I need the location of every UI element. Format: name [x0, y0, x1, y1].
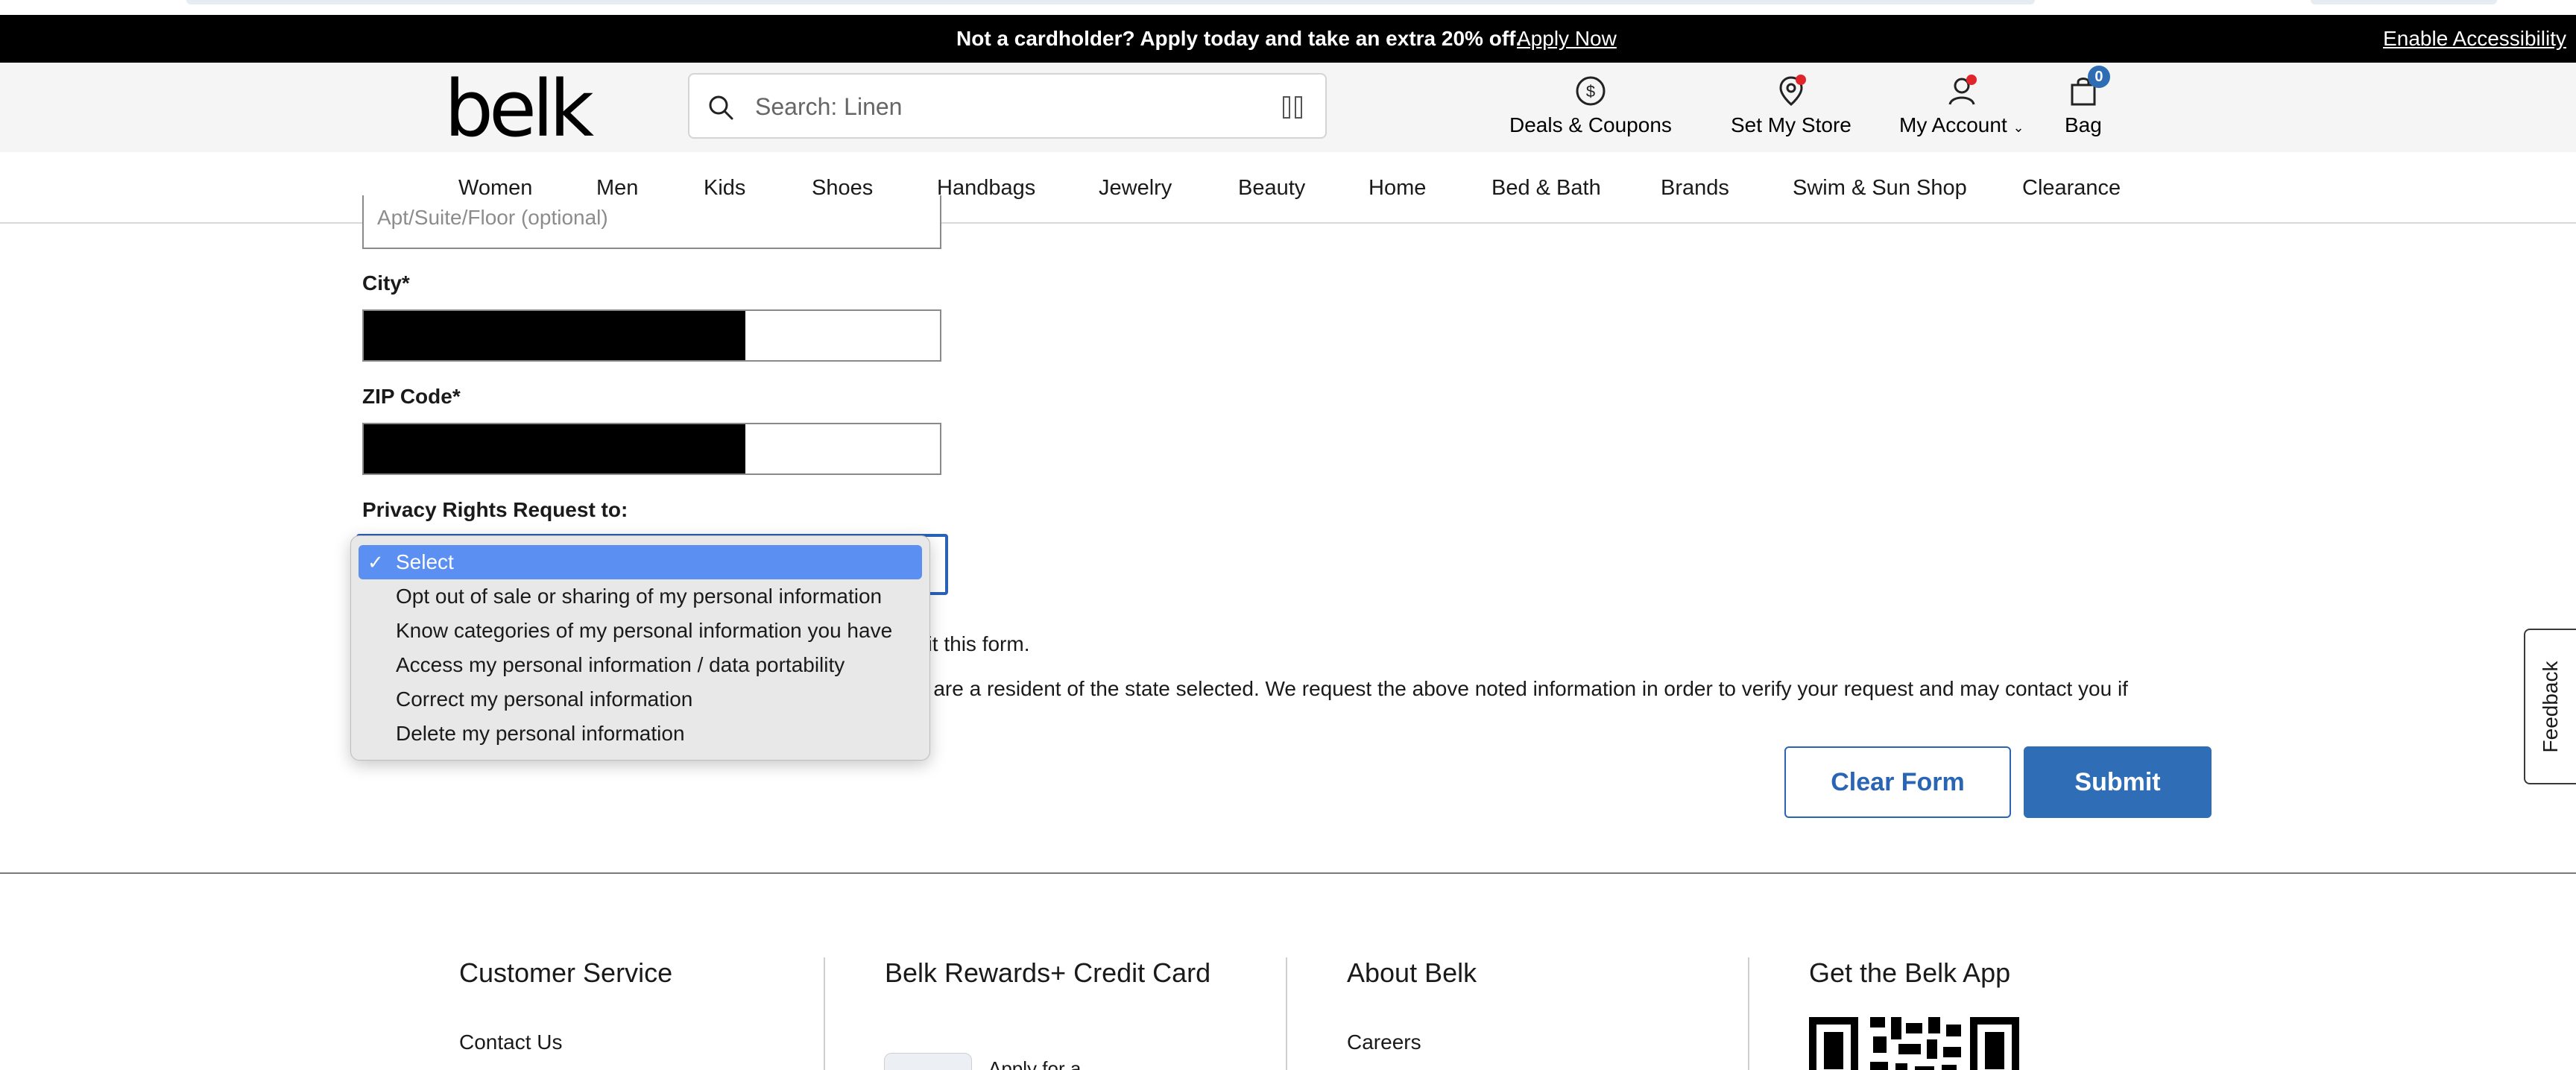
account-icon [1944, 73, 1980, 109]
search-icon[interactable] [707, 94, 734, 121]
barcode-scan-icon[interactable] [1282, 95, 1304, 119]
footer-apply-link[interactable]: Apply for a [988, 1057, 1081, 1070]
footer-divider [0, 872, 2576, 874]
promo-text: Not a cardholder? Apply today and take a… [956, 27, 1522, 50]
belk-logo[interactable]: belk [444, 70, 594, 148]
option-label: Select [396, 550, 454, 573]
checkmark-icon: ✓ [367, 551, 384, 573]
store-pin-icon [1773, 73, 1809, 109]
nav-clearance[interactable]: Clearance [2022, 152, 2121, 224]
redacted-value [364, 311, 745, 360]
footer-customer-service-title: Customer Service [459, 957, 673, 988]
dropdown-option-correct[interactable]: Correct my personal information [359, 682, 922, 717]
dropdown-option-access-data[interactable]: Access my personal information / data po… [359, 648, 922, 682]
feedback-tab[interactable]: Feedback [2524, 629, 2576, 784]
city-label: City* [362, 271, 410, 295]
form-instructions-text: nit this form. [916, 632, 1030, 655]
redacted-value [364, 424, 745, 473]
footer-column-separator [1748, 957, 1749, 1070]
apt-suite-placeholder: Apt/Suite/Floor (optional) [377, 206, 608, 229]
bag-icon: 0 [2065, 66, 2110, 109]
credit-card-image [884, 1053, 972, 1070]
dropdown-option-opt-out[interactable]: Opt out of sale or sharing of my persona… [359, 579, 922, 614]
form-disclaimer-text: u are a resident of the state selected. … [916, 677, 2128, 700]
search-bar [688, 73, 1327, 139]
zip-code-label: ZIP Code* [362, 385, 461, 408]
top-strip-pill [186, 0, 2035, 4]
footer-column-separator [824, 957, 825, 1070]
nav-handbags[interactable]: Handbags [937, 152, 1035, 224]
my-account-label: My Account [1899, 113, 2007, 136]
alert-dot [1966, 75, 1977, 85]
set-my-store-label: Set My Store [1731, 113, 1852, 136]
search-input[interactable] [755, 85, 1232, 128]
apply-now-link[interactable]: Apply Now [1517, 15, 1617, 63]
footer-credit-card-title: Belk Rewards+ Credit Card [885, 957, 1211, 988]
footer-column-separator [1286, 957, 1287, 1070]
nav-beauty[interactable]: Beauty [1238, 152, 1305, 224]
footer-get-app-title: Get the Belk App [1809, 957, 2011, 988]
dropdown-option-select[interactable]: ✓ Select [359, 545, 922, 579]
dropdown-option-know-categories[interactable]: Know categories of my personal informati… [359, 614, 922, 648]
top-strip-pill [2311, 0, 2497, 4]
nav-bed-bath[interactable]: Bed & Bath [1491, 152, 1601, 224]
footer-contact-us-link[interactable]: Contact Us [459, 1030, 563, 1054]
privacy-request-label: Privacy Rights Request to: [362, 498, 628, 521]
zip-code-input[interactable] [362, 423, 941, 475]
nav-swim-sun-shop[interactable]: Swim & Sun Shop [1793, 152, 1967, 224]
bag-label: Bag [2065, 113, 2102, 136]
bag-button[interactable]: 0 Bag [2065, 66, 2110, 137]
submit-button[interactable]: Submit [2024, 746, 2212, 818]
bag-count-badge: 0 [2087, 66, 2110, 88]
promo-bar: Not a cardholder? Apply today and take a… [0, 15, 2576, 63]
chevron-down-icon: ⌄ [2012, 120, 2024, 135]
site-header: belk $ Deals & Coupons Set My Store [0, 63, 2576, 152]
footer-about-belk-title: About Belk [1347, 957, 1477, 988]
my-account-button[interactable]: My Account ⌄ [1899, 73, 2024, 137]
deals-coupons-label: Deals & Coupons [1509, 113, 1672, 136]
deals-coupons-button[interactable]: $ Deals & Coupons [1509, 73, 1672, 137]
footer-careers-link[interactable]: Careers [1347, 1030, 1421, 1054]
nav-jewelry[interactable]: Jewelry [1099, 152, 1172, 224]
alert-dot [1795, 75, 1806, 85]
privacy-request-dropdown: ✓ Select Opt out of sale or sharing of m… [350, 535, 930, 761]
nav-home[interactable]: Home [1368, 152, 1426, 224]
dollar-circle-icon: $ [1576, 76, 1606, 106]
clear-form-button[interactable]: Clear Form [1784, 746, 2011, 818]
apt-suite-input[interactable]: Apt/Suite/Floor (optional) [362, 195, 941, 249]
enable-accessibility-link[interactable]: Enable Accessibility [2383, 15, 2566, 63]
browser-top-strip [0, 0, 2576, 15]
feedback-label: Feedback [2539, 661, 2562, 752]
city-input[interactable] [362, 309, 941, 362]
set-my-store-button[interactable]: Set My Store [1731, 73, 1852, 137]
nav-brands[interactable]: Brands [1661, 152, 1729, 224]
dropdown-option-delete[interactable]: Delete my personal information [359, 717, 922, 751]
svg-text:$: $ [1586, 82, 1595, 101]
qr-code-icon [1809, 1017, 2019, 1070]
